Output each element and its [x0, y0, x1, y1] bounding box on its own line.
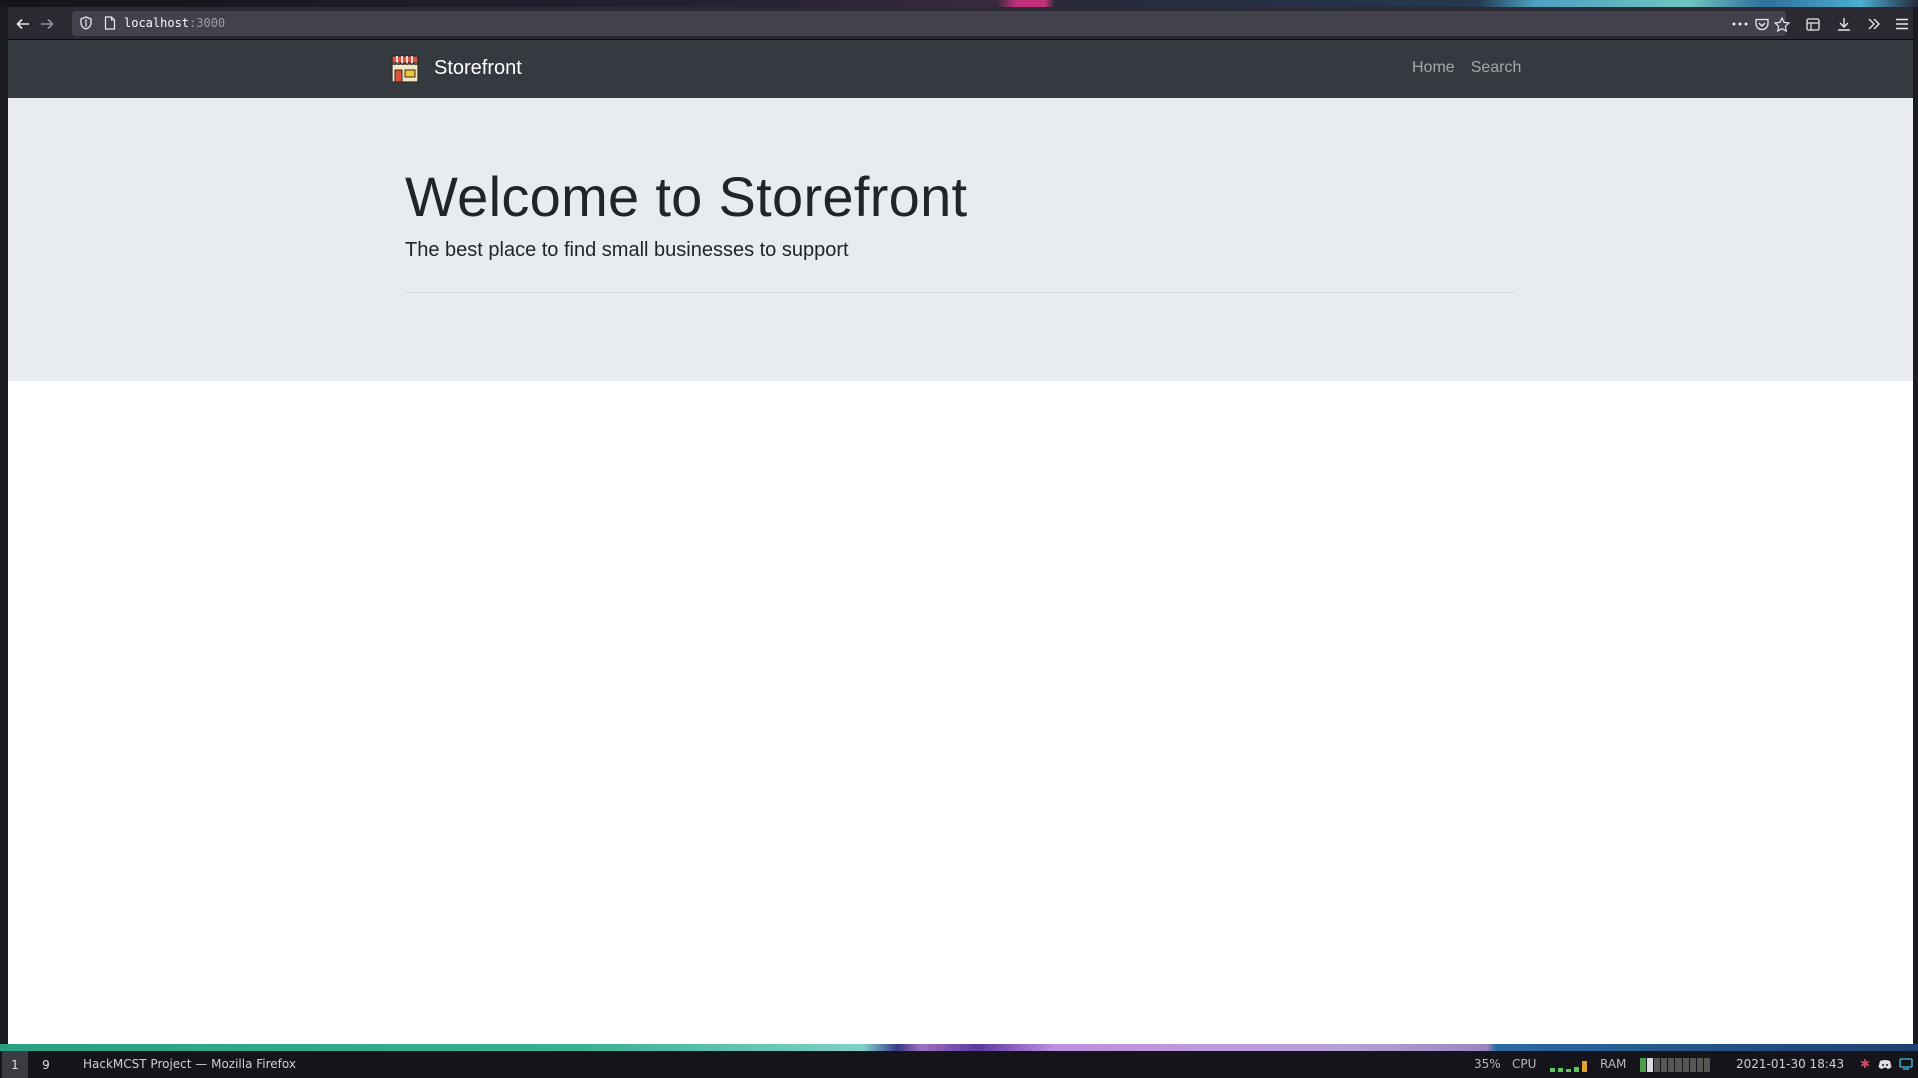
storefront-logo-icon — [391, 55, 419, 83]
url-port: :3000 — [189, 16, 226, 30]
system-panel: 1 9 HackMCST Project — Mozilla Firefox 3… — [0, 1051, 1918, 1078]
clock: 2021-01-30 18:43 — [1736, 1057, 1845, 1071]
brand-name: Storefront — [434, 56, 522, 79]
chevron-double-right-icon — [1868, 18, 1880, 30]
workspace-1[interactable]: 1 — [2, 1051, 28, 1078]
back-button[interactable] — [12, 13, 34, 35]
library-icon — [1806, 17, 1820, 31]
pocket-icon[interactable] — [1752, 15, 1772, 33]
hero-jumbotron: Welcome to Storefront The best place to … — [8, 98, 1913, 381]
cpu-percent: 35% — [1474, 1057, 1501, 1071]
overflow-menu-button[interactable] — [1863, 13, 1885, 35]
bookmark-star-icon[interactable] — [1772, 15, 1792, 33]
download-arrow-icon — [1838, 18, 1850, 31]
slack-tray-icon[interactable]: ✱ — [1857, 1057, 1873, 1071]
ram-graph — [1640, 1058, 1710, 1072]
back-arrow-icon — [16, 18, 29, 30]
nav-home-link[interactable]: Home — [1412, 59, 1455, 77]
hero-subtitle: The best place to find small businesses … — [405, 239, 849, 261]
desktop-top-strip — [0, 0, 1918, 7]
page-info-icon[interactable] — [104, 16, 116, 35]
page-actions-menu-icon[interactable] — [1730, 15, 1750, 33]
hamburger-menu-icon — [1896, 18, 1908, 30]
brand-link[interactable]: Storefront — [390, 53, 522, 83]
active-window-title: HackMCST Project — Mozilla Firefox — [83, 1057, 296, 1071]
cpu-label: CPU — [1512, 1057, 1537, 1071]
desktop-bottom-strip — [0, 1044, 1918, 1051]
forward-button[interactable] — [36, 13, 58, 35]
nav-links: Home Search — [1412, 59, 1521, 77]
site-navbar: Storefront Home Search — [8, 40, 1913, 98]
tracking-protection-shield-icon[interactable] — [80, 16, 92, 35]
sidebar-library-button[interactable] — [1802, 13, 1824, 35]
hero-divider — [405, 292, 1515, 293]
downloads-button[interactable] — [1833, 13, 1855, 35]
forward-arrow-icon — [41, 18, 54, 30]
display-tray-icon[interactable] — [1898, 1057, 1914, 1071]
url-bar[interactable]: localhost:3000 — [72, 11, 1790, 36]
browser-window: localhost:3000 Storefront Home Search We… — [8, 7, 1913, 1044]
cpu-graph — [1550, 1060, 1587, 1072]
ram-label: RAM — [1600, 1057, 1627, 1071]
hero-title: Welcome to Storefront — [405, 165, 968, 228]
url-host: localhost — [124, 16, 190, 30]
url-text[interactable]: localhost:3000 — [124, 16, 225, 30]
app-menu-button[interactable] — [1891, 13, 1913, 35]
discord-tray-icon[interactable] — [1877, 1057, 1893, 1071]
nav-search-link[interactable]: Search — [1471, 59, 1522, 77]
browser-toolbar: localhost:3000 — [8, 7, 1913, 40]
workspace-9[interactable]: 9 — [33, 1051, 59, 1078]
